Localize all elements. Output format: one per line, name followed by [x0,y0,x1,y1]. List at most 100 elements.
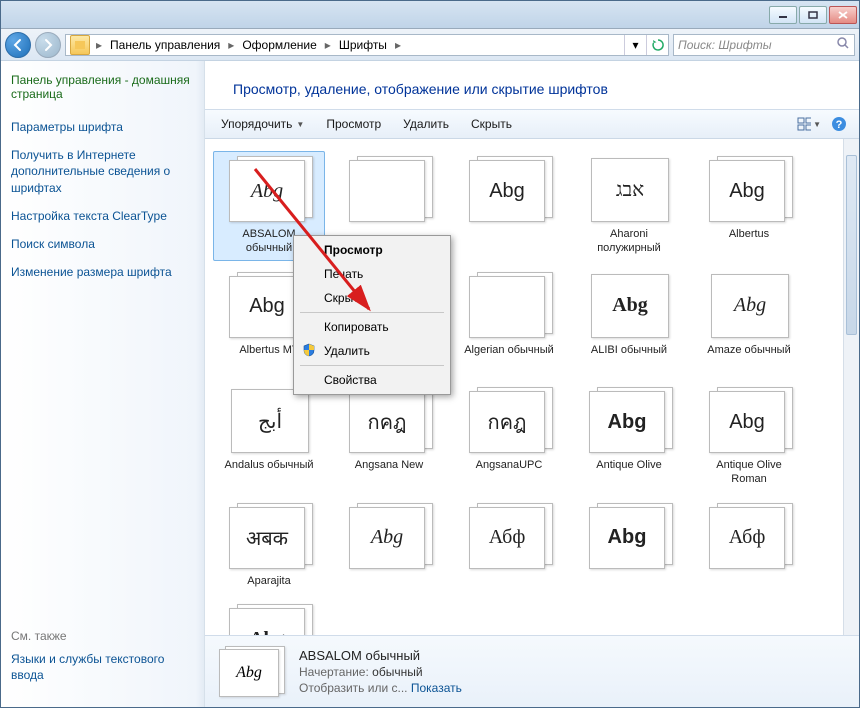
details-pane: Abg ABSALOM обычный Начертание: обычный … [205,635,859,707]
font-sample: Abg [249,295,285,318]
window: ▸ Панель управления ▸ Оформление ▸ Шрифт… [0,0,860,708]
font-thumbnail: Абф [705,503,793,571]
context-menu-item[interactable]: Удалить [296,339,448,363]
font-item[interactable]: Abg [453,151,565,261]
toolbar-delete[interactable]: Удалить [395,113,457,135]
main: Просмотр, удаление, отображение или скры… [205,61,859,707]
context-menu-item[interactable]: Просмотр [296,238,448,262]
nav-forward-button[interactable] [35,32,61,58]
font-grid-container: AbgABSALOM обычныйAbgאבגAharoni полужирн… [205,139,859,635]
nav-back-button[interactable] [5,32,31,58]
details-show-label: Отобразить или с... [299,681,408,695]
maximize-button[interactable] [799,6,827,24]
font-item[interactable]: Абф [453,498,565,594]
context-menu-item[interactable]: Скрыть [296,286,448,310]
font-sample: Abg [729,180,765,203]
font-item[interactable]: Abg Amaze обычный [693,267,805,377]
minimize-button[interactable] [769,6,797,24]
font-item[interactable]: Algerian обычный [453,267,565,377]
font-thumbnail: กคฎ [465,387,553,455]
details-thumbnail: Abg [217,646,285,698]
sidebar-link-more-info[interactable]: Получить в Интернете дополнительные свед… [11,147,194,196]
font-thumbnail: أبج [225,387,313,455]
font-thumbnail: กคฎ [345,387,433,455]
refresh-button[interactable] [646,35,668,55]
font-label: Aparajita [245,575,292,589]
font-label: Albertus MT [237,344,300,358]
font-sample: أبج [258,409,282,434]
sidebar-home-link[interactable]: Панель управления - домашняя страница [11,73,194,101]
context-menu-separator [300,365,444,366]
context-menu-item[interactable]: Копировать [296,315,448,339]
toolbar: Упорядочить▼ Просмотр Удалить Скрыть ▼ ? [205,109,859,139]
context-menu-item[interactable]: Печать [296,262,448,286]
font-label: Angsana New [353,459,426,473]
font-item[interactable]: אבגAharoni полужирный [573,151,685,261]
font-item[interactable]: Abg Antique Olive [573,382,685,492]
sidebar-link-find-char[interactable]: Поиск символа [11,236,194,252]
nav-bar: ▸ Панель управления ▸ Оформление ▸ Шрифт… [1,29,859,61]
sidebar-link-font-settings[interactable]: Параметры шрифта [11,119,194,135]
font-thumbnail: Abg [705,387,793,455]
font-item[interactable]: Abg [333,498,445,594]
font-item[interactable]: กคฎ AngsanaUPC [453,382,565,492]
font-item[interactable]: अबकAparajita [213,498,325,594]
view-options-button[interactable]: ▼ [797,112,821,136]
font-item[interactable]: AbgAntique Olive Roman [693,382,805,492]
font-sample: Abg [608,411,647,434]
sidebar-link-cleartype[interactable]: Настройка текста ClearType [11,208,194,224]
font-item[interactable]: Абф [693,498,805,594]
sidebar: Панель управления - домашняя страница Па… [1,61,205,707]
breadcrumb-leaf[interactable]: Шрифты [333,38,393,52]
context-menu-item[interactable]: Свойства [296,368,448,392]
font-label: AngsanaUPC [474,459,545,473]
sidebar-see-also-label: См. также [11,629,194,643]
search-input[interactable]: Поиск: Шрифты [673,34,855,56]
toolbar-hide[interactable]: Скрыть [463,113,520,135]
sidebar-link-font-size[interactable]: Изменение размера шрифта [11,264,194,280]
font-sample: กคฎ [488,406,527,438]
toolbar-preview[interactable]: Просмотр [318,113,389,135]
font-label: Algerian обычный [462,344,556,358]
font-item[interactable]: Abg [573,498,685,594]
font-thumbnail: Abg [225,156,313,224]
font-item[interactable]: AbgALIBI обычный [573,267,685,377]
font-thumbnail: Abg [465,156,553,224]
font-sample: กคฎ [368,406,407,438]
scrollbar[interactable] [843,139,859,635]
font-label: Albertus [727,228,771,242]
font-thumbnail [345,156,433,224]
chevron-down-icon: ▼ [296,120,304,129]
font-thumbnail: Абф [465,503,553,571]
sidebar-link-text-services[interactable]: Языки и службы текстового ввода [11,651,194,683]
context-menu: ПросмотрПечатьСкрыть КопироватьУдалить Сво… [293,235,451,395]
close-button[interactable] [829,6,857,24]
scrollbar-thumb[interactable] [846,155,857,335]
font-thumbnail: Abg [705,272,793,340]
toolbar-organize[interactable]: Упорядочить▼ [213,113,312,135]
font-label: Amaze обычный [705,344,792,358]
font-label: Andalus обычный [223,459,316,473]
font-item[interactable]: Abg Albertus [693,151,805,261]
shield-icon [302,343,316,357]
font-thumbnail: Abg [585,387,673,455]
font-item[interactable]: กคฎ Angsana New [333,382,445,492]
folder-icon [70,35,90,55]
breadcrumb-root[interactable]: Панель управления [104,38,226,52]
breadcrumb-mid[interactable]: Оформление [236,38,322,52]
font-label: Antique Olive [594,459,663,473]
details-show-link[interactable]: Показать [411,681,462,695]
chevron-right-icon: ▸ [323,38,333,52]
font-item[interactable]: Abg [213,599,325,635]
font-sample: Abg [251,180,283,203]
address-bar[interactable]: ▸ Панель управления ▸ Оформление ▸ Шрифт… [65,34,669,56]
page-title: Просмотр, удаление, отображение или скры… [233,81,839,97]
font-thumbnail [465,272,553,340]
font-item[interactable]: أبج Andalus обычный [213,382,325,492]
address-dropdown-button[interactable]: ▾ [624,35,646,55]
body: Панель управления - домашняя страница Па… [1,61,859,707]
help-button[interactable]: ? [827,112,851,136]
font-sample: Abg [249,628,285,635]
font-sample: Abg [612,294,648,317]
font-sample: Абф [729,526,766,549]
